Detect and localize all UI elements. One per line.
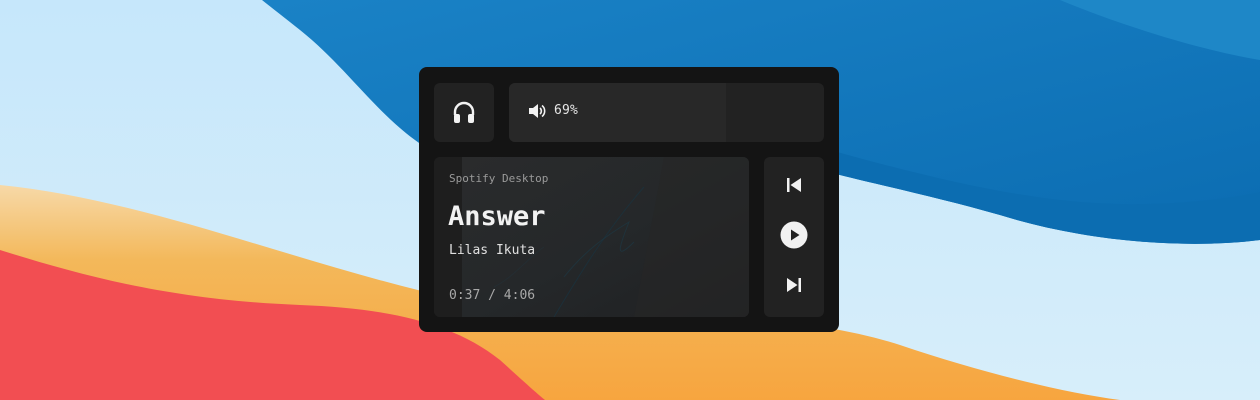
now-playing-card[interactable]: Spotify Desktop Answer Lilas Ikuta 0:37 … [434,157,749,317]
skip-previous-icon [787,178,801,192]
track-artist: Lilas Ikuta [449,243,536,258]
skip-next-icon [787,278,801,292]
next-button[interactable] [779,270,809,300]
output-device-button[interactable] [434,83,494,142]
speaker-icon [529,104,546,118]
media-widget: 69% Spotify Desktop Answer Lilas Ikuta 0… [419,67,839,332]
volume-slider[interactable]: 69% [509,83,824,142]
volume-percentage: 69% [554,103,579,118]
previous-button[interactable] [779,170,809,200]
play-icon [780,221,808,249]
track-time: 0:37 / 4:06 [449,288,536,303]
track-title: Answer [448,201,546,232]
source-app-name: Spotify Desktop [449,172,549,185]
play-button[interactable] [779,220,809,250]
headphones-icon [453,101,475,123]
playback-controls [764,157,824,317]
